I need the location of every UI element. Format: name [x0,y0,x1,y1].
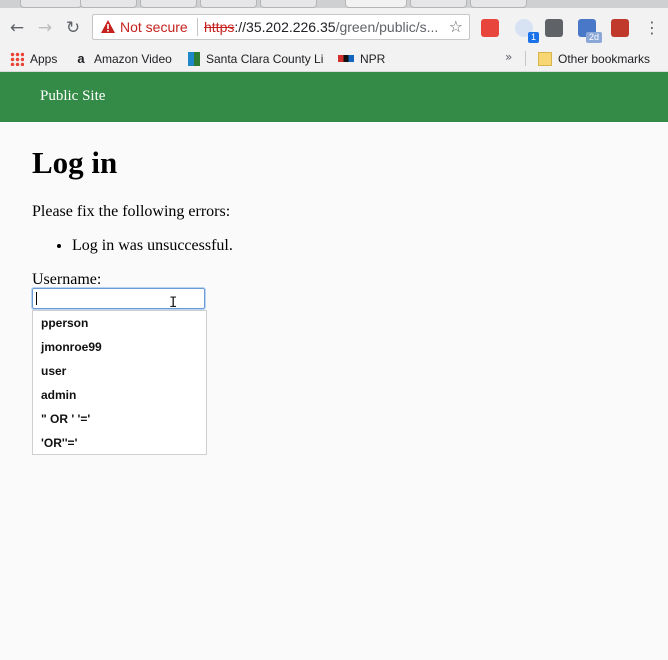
lightbulb-icon[interactable] [545,19,563,37]
error-item: Log in was unsuccessful. [72,237,233,255]
text-cursor-icon: I [169,295,178,311]
browser-toolbar: ← → ↻ Not secure https://35.202.226.35/g… [0,8,668,46]
autocomplete-option[interactable]: pperson [33,311,206,335]
npr-icon [338,55,354,62]
site-brand-link[interactable]: Public Site [40,88,105,105]
error-list: Log in was unsuccessful. [32,237,233,255]
browser-tab[interactable] [260,0,317,8]
autocomplete-dropdown: pperson jmonroe99 user admin " OR ' '=' … [32,310,207,455]
divider [525,51,526,66]
address-bar[interactable]: Not secure https://35.202.226.35/green/p… [92,14,470,40]
browser-tab-active[interactable] [345,0,407,8]
library-icon [188,51,200,66]
security-status[interactable]: Not secure [120,19,188,35]
warning-icon [101,20,115,33]
bookmark-apps[interactable]: Apps [10,50,57,67]
bookmarks-overflow-button[interactable]: » [505,50,512,64]
tab-strip [0,0,668,8]
autocomplete-option[interactable]: 'OR''=' [33,431,206,455]
autocomplete-option[interactable]: jmonroe99 [33,335,206,359]
browser-tab[interactable] [410,0,467,8]
url-host: ://35.202.226.35 [234,19,336,35]
menu-icon[interactable]: ⋮ [644,19,660,37]
autocomplete-option[interactable]: user [33,359,206,383]
apps-grid-icon [10,51,24,66]
calendar-icon[interactable]: 2d [578,19,602,43]
office-icon[interactable] [481,19,499,37]
star-icon[interactable]: ☆ [449,17,463,36]
other-bookmarks[interactable]: Other bookmarks [538,50,650,67]
url-path: /green/public/s... [335,19,439,35]
bookmark-npr[interactable]: NPR [338,50,385,67]
login-form: Log in Please fix the following errors: … [31,122,652,455]
bookmark-label: Amazon Video [94,51,172,66]
reload-icon[interactable]: ↻ [62,17,84,39]
forward-icon[interactable]: → [34,17,56,39]
bookmark-label: Apps [30,51,58,66]
bookmarks-bar: Apps a Amazon Video Santa Clara County L… [0,46,668,72]
divider [197,18,198,36]
autocomplete-option[interactable]: admin [33,383,206,407]
browser-tab[interactable] [80,0,137,8]
url-scheme: https [204,19,235,35]
back-icon[interactable]: ← [6,17,28,39]
text-caret [36,292,37,305]
username-input[interactable] [31,287,206,310]
phone-icon[interactable]: 1 [515,19,539,43]
browser-tab[interactable] [140,0,197,8]
bookmark-label: Santa Clara County Li [206,51,324,66]
url-text[interactable]: https://35.202.226.35/green/public/s... [204,19,438,35]
other-bookmarks-label: Other bookmarks [558,51,651,66]
error-summary: Please fix the following errors: [32,203,231,220]
username-label: Username: [32,271,102,288]
phone-badge: 1 [527,32,539,43]
bookmark-amazon-video[interactable]: a Amazon Video [74,50,172,67]
bookmark-ext-icon[interactable] [611,19,629,37]
calendar-badge: 2d [585,32,602,43]
amazon-icon: a [77,50,85,66]
bookmark-santa-clara[interactable]: Santa Clara County Li [188,50,334,67]
page-title: Log in [32,145,118,180]
folder-icon [538,51,552,66]
site-header: Public Site [0,72,668,122]
browser-tab[interactable] [200,0,257,8]
browser-tab[interactable] [470,0,527,8]
browser-tab[interactable] [20,0,82,8]
bookmark-label: NPR [360,51,386,66]
autocomplete-option[interactable]: " OR ' '=' [33,407,206,431]
